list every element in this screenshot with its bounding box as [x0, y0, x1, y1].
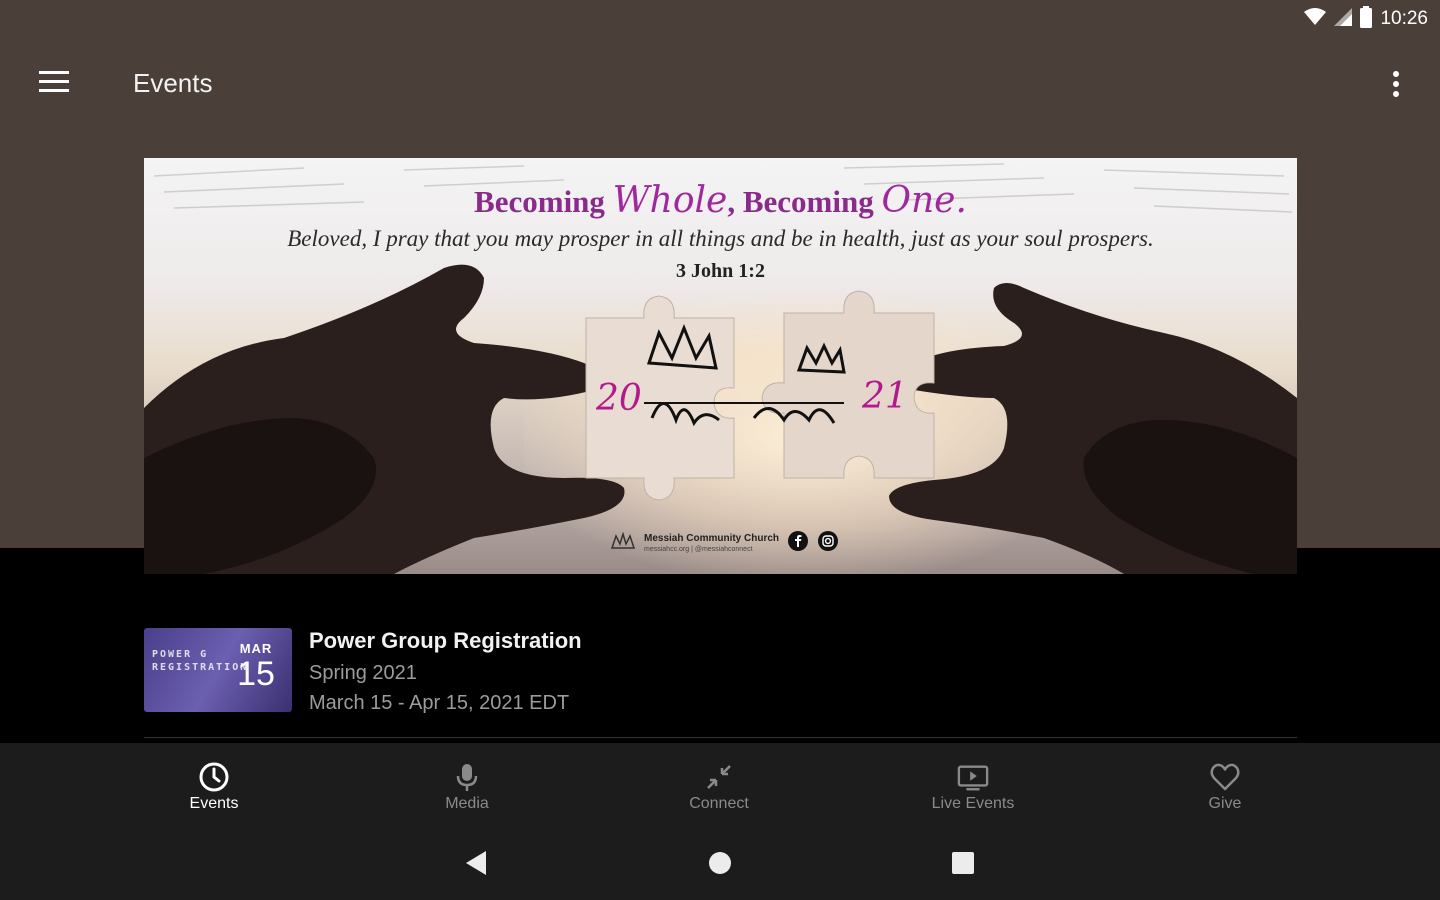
church-logo-icon	[610, 531, 636, 555]
banner-verse-reference: 3 John 1:2	[676, 260, 765, 282]
heart-icon	[1209, 761, 1241, 793]
bottom-navigation: Events Media Connect Live Events Give	[0, 743, 1440, 831]
event-date-month: MAR	[239, 641, 273, 656]
nav-label-connect: Connect	[689, 795, 749, 812]
app-root: 10:26 Events Becoming Whole, Becoming On…	[0, 0, 1440, 900]
battery-icon	[1360, 5, 1373, 33]
overflow-menu-button[interactable]	[1376, 62, 1416, 110]
home-circle-icon	[708, 851, 732, 880]
banner-title-mid: , Becoming	[727, 184, 882, 219]
system-back-button[interactable]	[456, 845, 496, 885]
system-navigation-bar	[0, 831, 1440, 900]
banner-year-left: 20	[596, 378, 642, 419]
back-triangle-icon	[464, 850, 488, 881]
clock-icon	[198, 761, 230, 793]
banner-org-text: Messiah Community Church messiahcc.org |…	[644, 533, 779, 555]
nav-label-give: Give	[1208, 795, 1242, 812]
nav-label-events: Events	[189, 795, 239, 812]
banner-title-script-whole: Whole	[612, 180, 728, 221]
hamburger-menu-icon	[39, 70, 69, 98]
banner-title: Becoming Whole, Becoming One.	[144, 180, 1297, 221]
banner-title-script-one: One.	[881, 180, 967, 221]
system-home-button[interactable]	[700, 845, 740, 885]
nav-label-media: Media	[445, 795, 489, 812]
nav-tab-connect[interactable]: Connect	[639, 743, 799, 831]
nav-tab-give[interactable]: Give	[1145, 743, 1305, 831]
facebook-icon	[787, 530, 809, 557]
microphone-icon	[451, 761, 483, 793]
banner-year-right: 21	[862, 376, 908, 417]
banner-org-name: Messiah Community Church	[644, 532, 780, 544]
recents-square-icon	[951, 851, 975, 880]
instagram-icon	[817, 530, 839, 557]
event-list-item[interactable]: POWER G REGISTRATION MAR 15 Power Group …	[144, 626, 1297, 736]
event-title: Power Group Registration	[309, 628, 582, 653]
page-title: Events	[133, 68, 213, 98]
list-divider	[144, 737, 1297, 738]
nav-tab-live-events[interactable]: Live Events	[893, 743, 1053, 831]
signal-icon	[1334, 7, 1353, 31]
event-date-range: March 15 - Apr 15, 2021 EDT	[309, 692, 570, 714]
banner-verse: Beloved, I pray that you may prosper in …	[287, 226, 1154, 251]
banner-title-pre: Becoming	[474, 184, 613, 219]
status-time: 10:26	[1380, 8, 1428, 29]
connect-arrows-icon	[703, 761, 735, 793]
status-bar: 10:26	[0, 0, 1440, 38]
system-recents-button[interactable]	[943, 845, 983, 885]
tv-play-icon	[957, 761, 989, 793]
banner-org-footer: Messiah Community Church messiahcc.org |…	[610, 530, 839, 557]
banner-org-sub: messiahcc.org | @messiahconnect	[644, 545, 753, 553]
event-subtitle: Spring 2021	[309, 662, 417, 684]
status-icons: 10:26	[1304, 5, 1428, 33]
event-thumbnail: POWER G REGISTRATION MAR 15	[144, 628, 292, 712]
wifi-icon	[1304, 7, 1327, 31]
app-toolbar: Events	[0, 38, 1440, 134]
nav-tab-media[interactable]: Media	[387, 743, 547, 831]
nav-tab-events[interactable]: Events	[134, 743, 294, 831]
event-date-badge: MAR 15	[230, 641, 282, 693]
more-vert-icon	[1393, 70, 1399, 102]
event-banner-image[interactable]: Becoming Whole, Becoming One. Beloved, I…	[144, 158, 1297, 574]
event-date-day: 15	[237, 655, 275, 693]
menu-button[interactable]	[30, 60, 78, 108]
nav-label-live-events: Live Events	[931, 795, 1015, 812]
